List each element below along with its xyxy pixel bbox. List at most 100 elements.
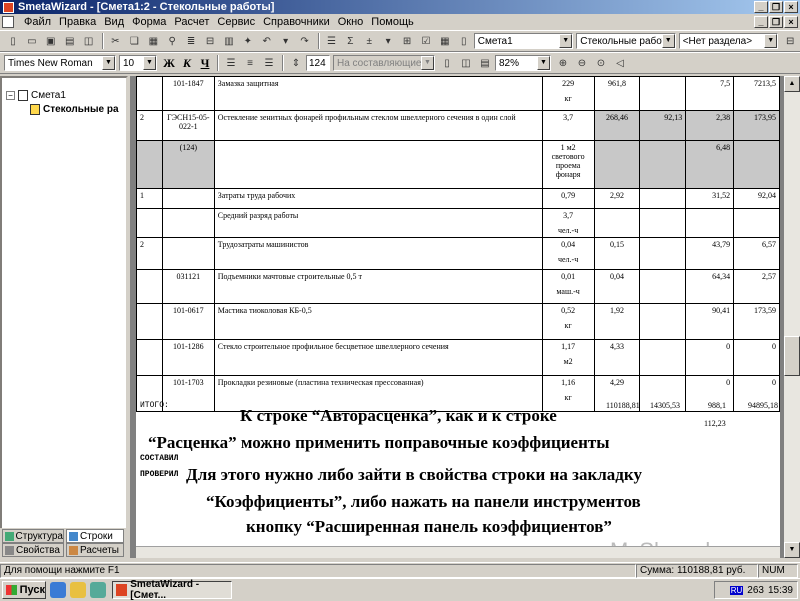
calc-icon[interactable]: Σ: [341, 33, 359, 50]
start-button[interactable]: Пуск: [2, 580, 46, 599]
sections-icon[interactable]: ⊟: [781, 33, 799, 50]
doc-close-button[interactable]: ×: [784, 16, 798, 28]
menu-edit[interactable]: Правка: [55, 16, 100, 28]
document-area: 101-1847 Замазка защитная 229 кг 961,8 7,5 721…: [130, 76, 784, 558]
language-indicator[interactable]: RU: [729, 585, 744, 595]
collapse-icon[interactable]: −: [6, 90, 15, 100]
redo-icon[interactable]: ↷: [296, 33, 314, 50]
underline-button[interactable]: Ч: [196, 55, 214, 72]
section-select[interactable]: Стекольные работы ▼: [576, 33, 676, 49]
preview-icon[interactable]: ◫: [80, 33, 98, 50]
menu-view[interactable]: Вид: [100, 16, 128, 28]
list-icon[interactable]: ☰: [323, 33, 341, 50]
table-row[interactable]: (124) 1 м2 светового проема фонаря 6,48: [136, 140, 780, 189]
chevron-down-icon[interactable]: ▼: [537, 56, 550, 70]
task-smetawizard[interactable]: SmetaWizard - [Смет...: [112, 578, 232, 601]
page-icon[interactable]: ▯: [438, 55, 456, 72]
table-row[interactable]: 2 Трудозатраты машинистов 0,04 чел.-ч 0,15 43…: [136, 237, 780, 270]
chevron-down-icon[interactable]: ▼: [661, 34, 675, 48]
menu-file[interactable]: Файл: [20, 16, 55, 28]
browser-icon[interactable]: [50, 581, 66, 598]
cut-icon[interactable]: ✂: [107, 33, 125, 50]
task-label: SmetaWizard - [Смет...: [130, 578, 200, 601]
chevron-down-icon[interactable]: ▼: [764, 34, 778, 48]
navigate-back-icon[interactable]: ◁: [611, 55, 629, 72]
grid-icon[interactable]: ▦: [436, 33, 454, 50]
menu-calc[interactable]: Расчет: [170, 16, 213, 28]
pages-icon[interactable]: ◫: [457, 55, 475, 72]
tab-rows[interactable]: Строки: [66, 529, 124, 543]
menu-form[interactable]: Форма: [128, 16, 170, 28]
table-row[interactable]: 101-1847 Замазка защитная 229 кг 961,8 7,5 721…: [136, 76, 780, 111]
table-row[interactable]: Средний разряд работы 3,7 чел.-ч: [136, 208, 780, 238]
wizard-icon[interactable]: ✦: [239, 33, 257, 50]
scroll-up-icon[interactable]: ▲: [784, 76, 800, 92]
chevron-down-icon[interactable]: ▼: [102, 56, 115, 70]
table-cell-c7: 31,52: [685, 188, 735, 209]
open-icon[interactable]: ▭: [23, 33, 41, 50]
paste-icon[interactable]: ▦: [144, 33, 162, 50]
find-icon[interactable]: ⚲: [163, 33, 181, 50]
zoom-in-icon[interactable]: ⊕: [554, 55, 572, 72]
chevron-down-icon[interactable]: ▼: [421, 56, 434, 70]
scroll-down-icon[interactable]: ▼: [784, 542, 800, 558]
table-row[interactable]: 1 Затраты труда рабочих 0,79 2,92 31,52 92,04: [136, 188, 780, 209]
window-icon[interactable]: ⊞: [398, 33, 416, 50]
table-row[interactable]: 101-0617 Мастика тиоколовая КБ-0,5 0,52 кг 1…: [136, 303, 780, 340]
zoom-out-icon[interactable]: ⊖: [573, 55, 591, 72]
menu-help[interactable]: Помощь: [367, 16, 418, 28]
save-icon[interactable]: ▣: [42, 33, 60, 50]
delete-row-icon[interactable]: ⊟: [201, 33, 219, 50]
row-number-field[interactable]: 124: [306, 55, 330, 71]
check-icon[interactable]: ☑: [417, 33, 435, 50]
tree-item-root[interactable]: − Смета1: [2, 88, 126, 102]
chevron-down-icon[interactable]: ▼: [559, 34, 573, 48]
tab-properties[interactable]: Свойства: [2, 543, 64, 557]
table-row[interactable]: 101-1286 Стекло строительное профильное б…: [136, 339, 780, 376]
horizontal-scrollbar[interactable]: [136, 546, 780, 558]
menu-reference[interactable]: Справочники: [259, 16, 334, 28]
align-left-icon[interactable]: ☰: [222, 55, 240, 72]
estimate-select[interactable]: Смета1 ▼: [473, 33, 574, 49]
menu-window[interactable]: Окно: [334, 16, 368, 28]
align-right-icon[interactable]: ☰: [260, 55, 278, 72]
expand-icon[interactable]: ⇕: [287, 55, 305, 72]
close-button[interactable]: ×: [784, 1, 798, 13]
font-size-select[interactable]: 10 ▼: [119, 55, 157, 71]
sheet-icon[interactable]: ▯: [455, 33, 473, 50]
dropdown-icon[interactable]: ▾: [379, 33, 397, 50]
restore-button[interactable]: ❐: [769, 1, 783, 13]
table-row[interactable]: 031121 Подъемники мачтовые строительные 0…: [136, 269, 780, 304]
vertical-scrollbar[interactable]: ▲ ▼: [784, 76, 800, 558]
print-preview-icon[interactable]: ▤: [476, 55, 494, 72]
scroll-thumb[interactable]: [784, 336, 800, 376]
coefficients-icon[interactable]: ±: [360, 33, 378, 50]
copy-icon[interactable]: ❏: [125, 33, 143, 50]
table-row[interactable]: 2 ГЭСН15-05-022-1 Остекление зенитных фона…: [136, 110, 780, 141]
bold-button[interactable]: Ж: [160, 55, 178, 72]
tab-structure[interactable]: Структура: [2, 529, 64, 543]
italic-button[interactable]: К: [178, 55, 196, 72]
doc-minimize-button[interactable]: _: [754, 16, 768, 28]
component-select[interactable]: На составляющие ▼: [333, 55, 435, 71]
document-icon[interactable]: [2, 16, 14, 28]
zoom-select[interactable]: 82% ▼: [495, 55, 551, 71]
tab-calculations[interactable]: Расчеты: [66, 543, 124, 557]
zoom-fit-icon[interactable]: ⊙: [592, 55, 610, 72]
undo-dropdown-icon[interactable]: ▾: [277, 33, 295, 50]
chevron-down-icon[interactable]: ▼: [143, 56, 156, 70]
folder-icon[interactable]: [70, 581, 86, 598]
font-name-select[interactable]: Times New Roman ▼: [4, 55, 116, 71]
new-icon[interactable]: ▯: [4, 33, 22, 50]
subsection-select[interactable]: <Нет раздела> ▼: [678, 33, 779, 49]
doc-restore-button[interactable]: ❐: [769, 16, 783, 28]
align-center-icon[interactable]: ≡: [241, 55, 259, 72]
menu-service[interactable]: Сервис: [213, 16, 259, 28]
tree-item-section[interactable]: Стекольные ра: [2, 102, 126, 116]
insert-row-icon[interactable]: ≣: [182, 33, 200, 50]
desktop-icon[interactable]: [90, 581, 106, 598]
undo-icon[interactable]: ↶: [258, 33, 276, 50]
paste-special-icon[interactable]: ▥: [220, 33, 238, 50]
minimize-button[interactable]: _: [754, 1, 768, 13]
print-icon[interactable]: ▤: [61, 33, 79, 50]
